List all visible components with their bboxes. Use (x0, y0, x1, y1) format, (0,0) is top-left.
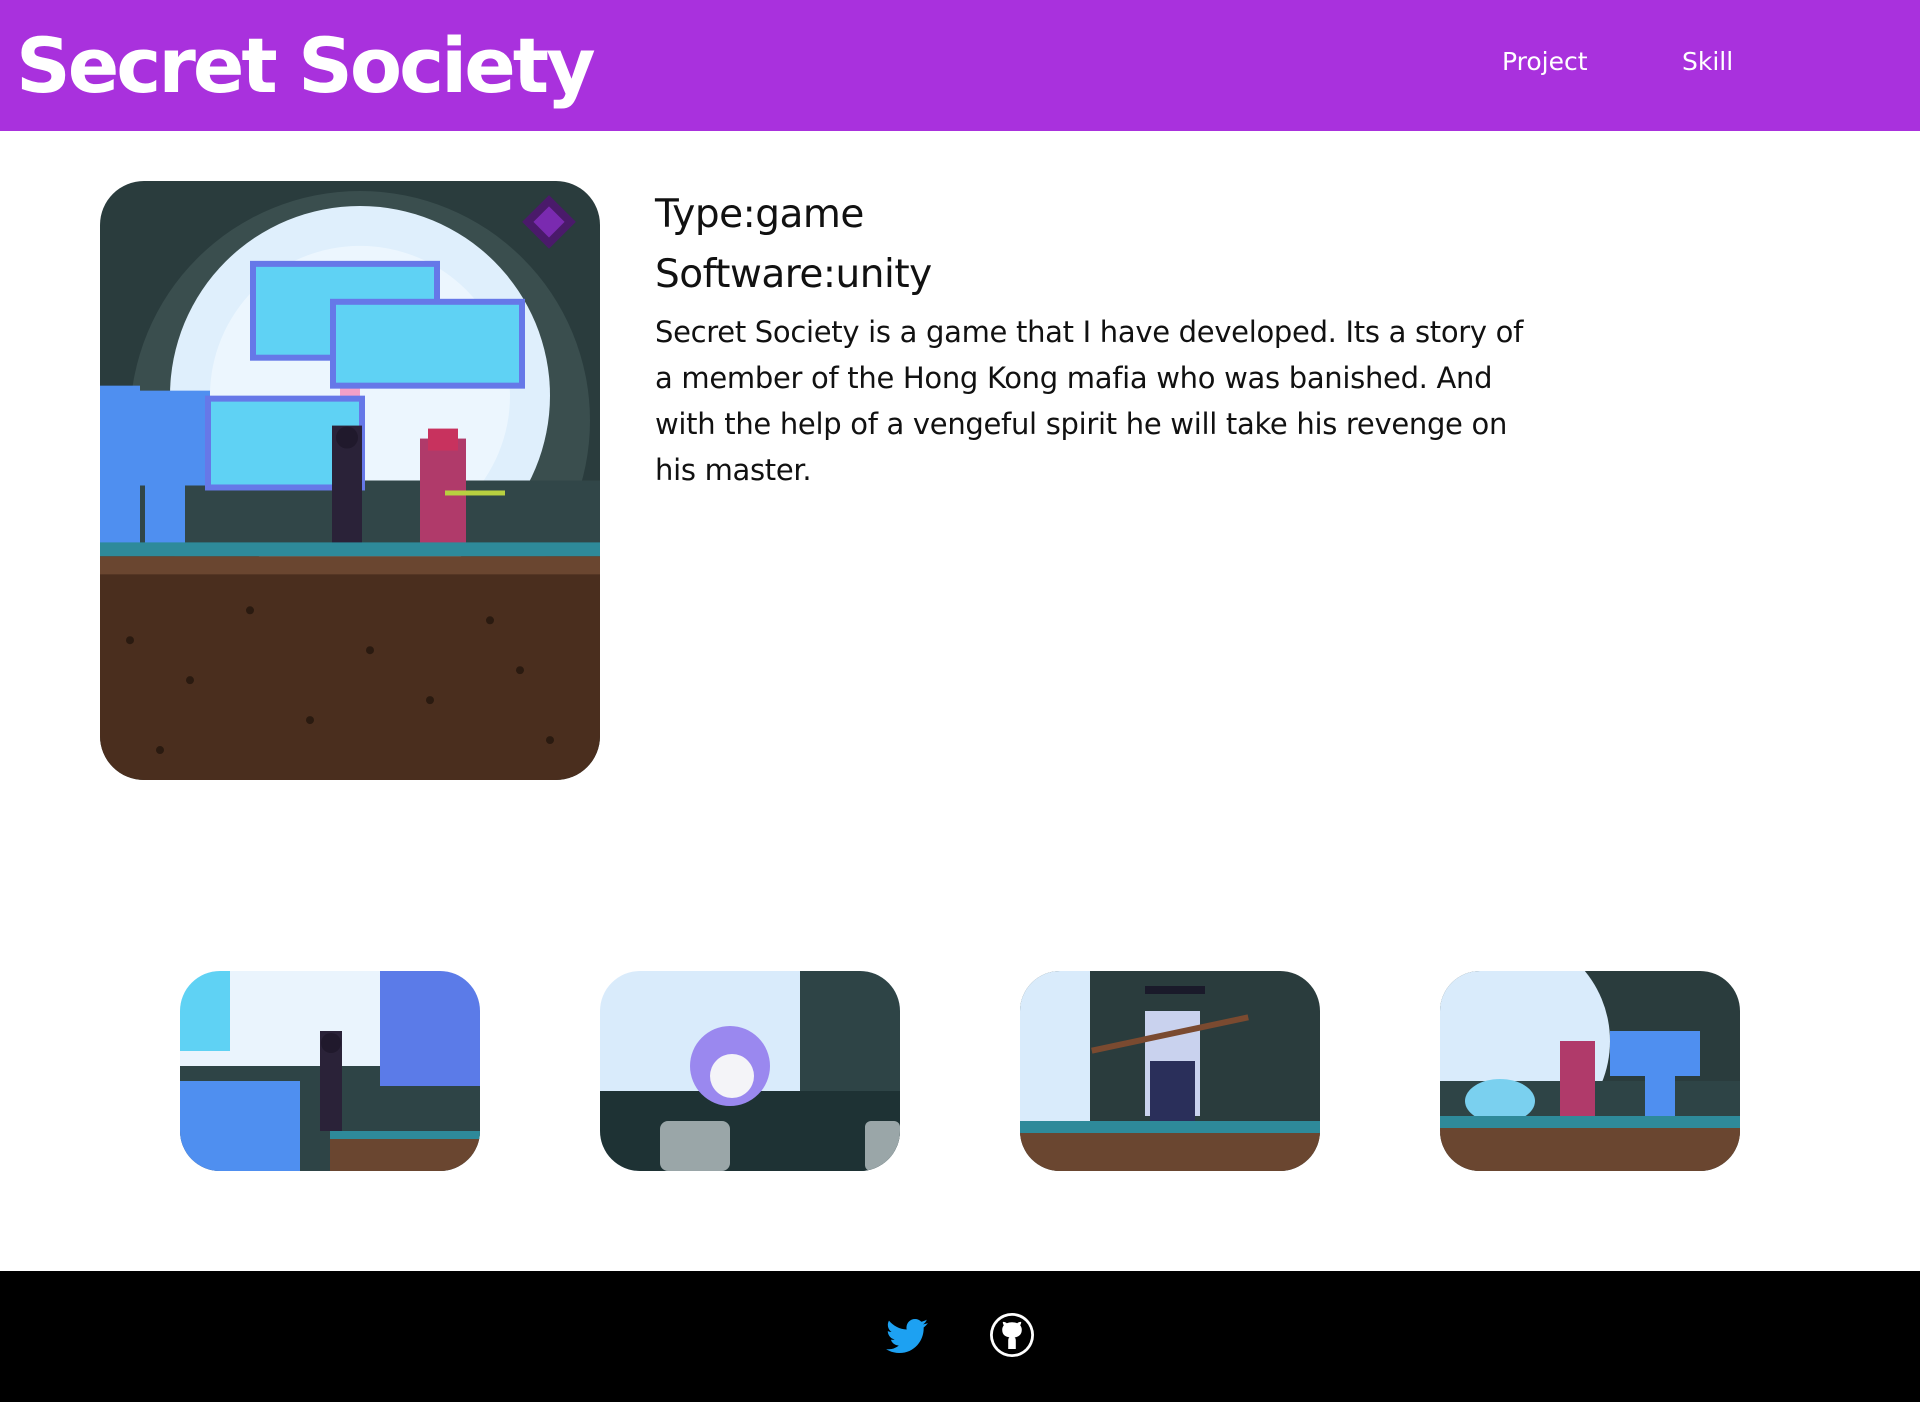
nav-link-skill[interactable]: Skill (1682, 44, 1733, 80)
twitter-icon[interactable] (883, 1311, 931, 1359)
screenshot-demon-running-image (1440, 971, 1740, 1171)
project-main-image (100, 181, 600, 780)
gallery-thumbnail-3[interactable] (1020, 971, 1320, 1171)
screenshot-master-spear-image (1020, 971, 1320, 1171)
site-header: Secret Society Project Skill (0, 0, 1920, 131)
project-info: Type:game Software:unity Secret Society … (655, 185, 1535, 493)
nav-link-project[interactable]: Project (1502, 44, 1588, 80)
gallery-thumbnail-2[interactable] (600, 971, 900, 1171)
project-description: Secret Society is a game that I have dev… (655, 315, 1524, 487)
site-title[interactable]: Secret Society (16, 18, 596, 114)
gallery-thumbnail-1[interactable] (180, 971, 480, 1171)
game-scene-illustration (100, 181, 600, 780)
screenshot-ninja-tree-image (180, 971, 480, 1171)
site-footer (0, 1271, 1920, 1402)
gallery-thumbnail-4[interactable] (1440, 971, 1740, 1171)
project-type: Type:game (655, 192, 864, 237)
project-software: Software:unity (655, 252, 932, 297)
screenshot-spirit-graves-image (600, 971, 900, 1171)
github-icon[interactable] (988, 1311, 1036, 1359)
